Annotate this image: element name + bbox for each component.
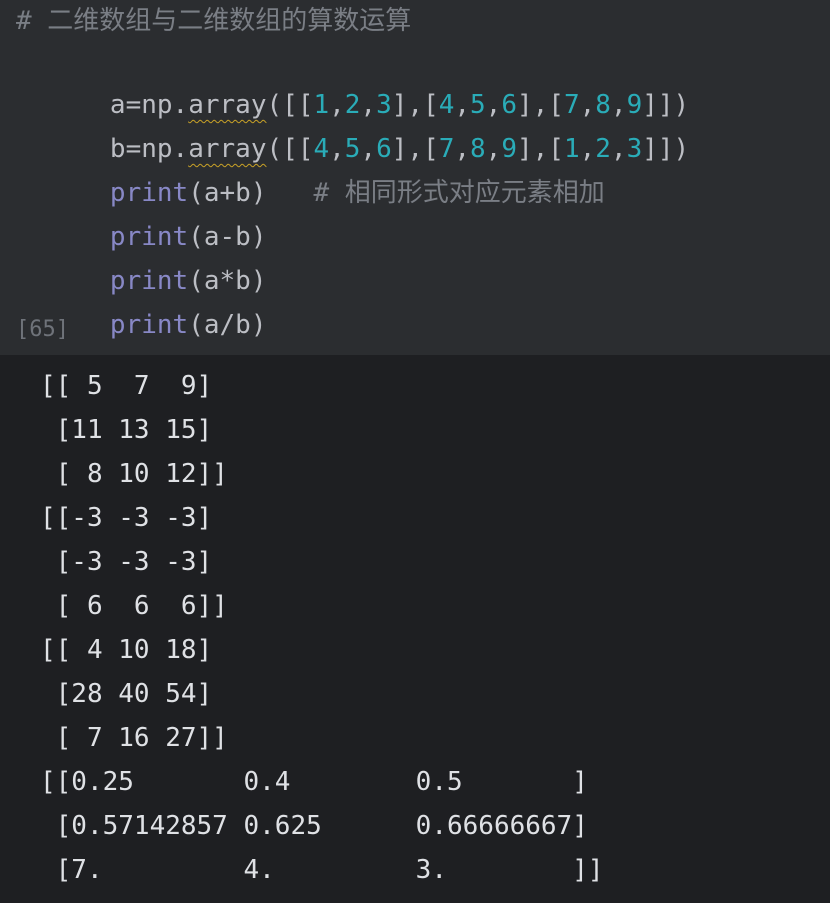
output-line: [11 13 15] — [40, 415, 213, 445]
print-keyword: print — [109, 310, 189, 340]
output-line: [ 8 10 12]] — [40, 459, 228, 489]
execution-count: [65] — [16, 317, 69, 342]
code-line-a[interactable]: a=np.array([[1,2,3],[4,5,6],[7,8,9]]) — [16, 45, 689, 120]
code-line-b[interactable]: b=np.array([[4,5,6],[7,8,9],[1,2,3]]) — [16, 89, 689, 164]
inline-comment: # 相同形式对应元素相加 — [266, 178, 605, 208]
code-print-line[interactable]: print(a+b) # 相同形式对应元素相加 — [16, 133, 605, 208]
output-line: [[ 5 7 9] — [40, 371, 213, 401]
output-line: [ 6 6 6]] — [40, 591, 228, 621]
code-editor[interactable]: # 二维数组与二维数组的算数运算 a=np.array([[1,2,3],[4,… — [0, 0, 830, 355]
output-line: [7. 4. 3. ]] — [40, 855, 604, 885]
output-line: [ 7 16 27]] — [40, 723, 228, 753]
output-line: [[-3 -3 -3] — [40, 503, 213, 533]
output-line: [-3 -3 -3] — [40, 547, 213, 577]
code-punctuation: , — [610, 134, 627, 164]
cell-output: [[ 5 7 9] [11 13 15] [ 8 10 12]] [[-3 -3… — [0, 355, 830, 903]
output-line: [0.57142857 0.625 0.66666667] — [40, 811, 588, 841]
output-line: [[0.25 0.4 0.5 ] — [40, 767, 588, 797]
code-print-line[interactable]: print(a-b) — [16, 177, 267, 252]
output-line: [28 40 54] — [40, 679, 213, 709]
output-line: [[ 4 10 18] — [40, 635, 213, 665]
notebook-cell: # 二维数组与二维数组的算数运算 a=np.array([[1,2,3],[4,… — [0, 0, 830, 903]
code-punctuation: ]]) — [642, 134, 690, 164]
print-args: (a/b) — [188, 310, 267, 340]
code-print-line[interactable]: print(a/b) — [16, 265, 267, 340]
code-print-line[interactable]: print(a*b) — [16, 221, 267, 296]
code-comment-line: # 二维数组与二维数组的算数运算 — [16, 6, 412, 36]
code-number-literal: 3 — [626, 134, 643, 164]
